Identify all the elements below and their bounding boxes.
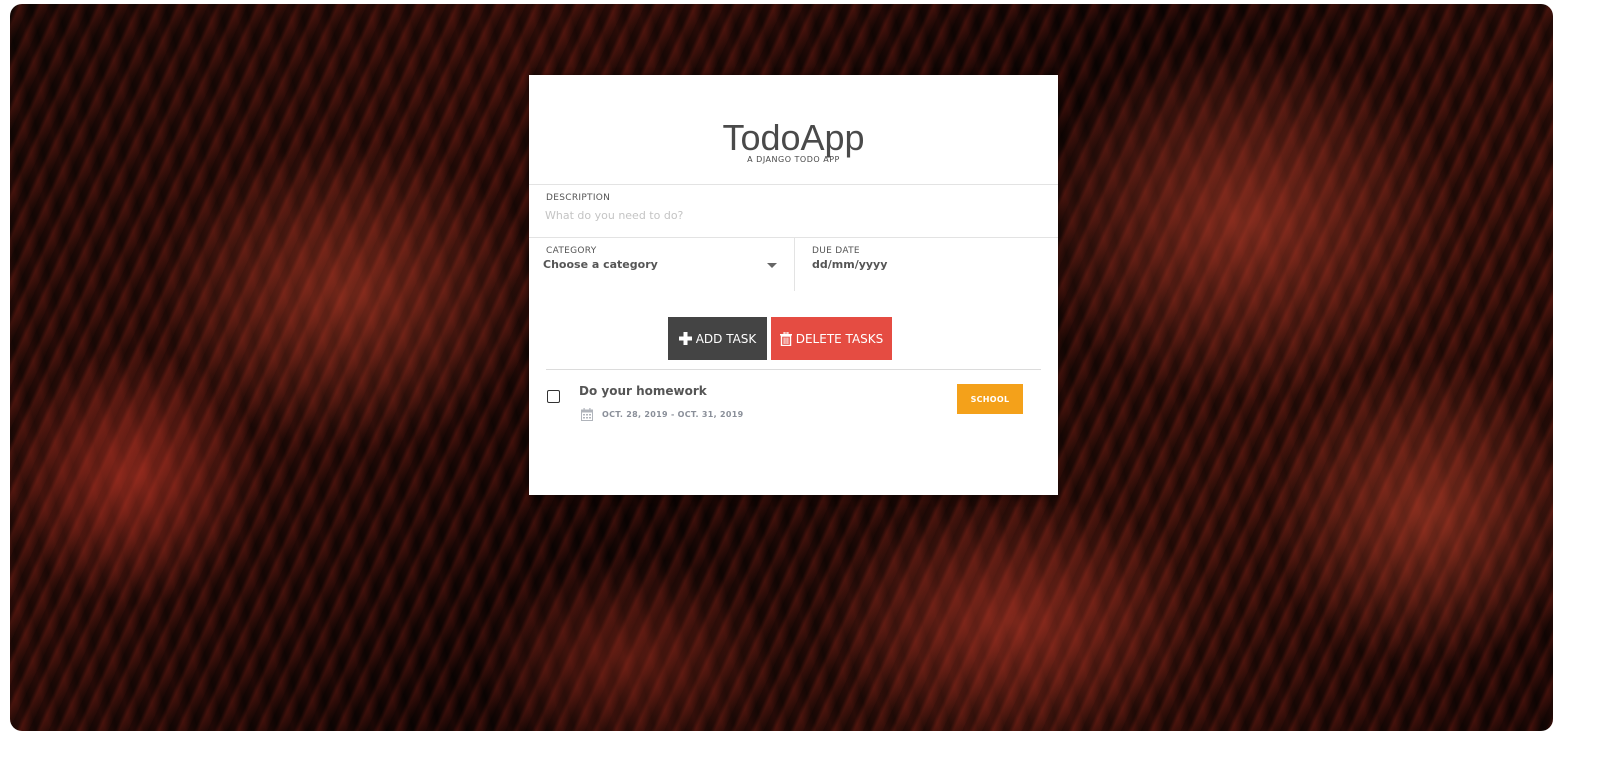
todo-card: TodoApp A DJANGO TODO APP DESCRIPTION CA… — [529, 75, 1058, 495]
calendar-icon — [581, 408, 593, 421]
due-date-field[interactable]: DUE DATE dd/mm/yyyy — [795, 238, 1058, 291]
background-frame: TodoApp A DJANGO TODO APP DESCRIPTION CA… — [10, 4, 1553, 731]
delete-tasks-label: DELETE TASKS — [795, 331, 884, 346]
task-dates: OCT. 28, 2019 - OCT. 31, 2019 — [581, 408, 744, 421]
plus-icon — [678, 332, 692, 345]
task-date-range: OCT. 28, 2019 - OCT. 31, 2019 — [602, 410, 744, 419]
due-date-input[interactable]: dd/mm/yyyy — [812, 258, 887, 271]
category-tag: SCHOOL — [957, 384, 1023, 414]
chevron-down-icon[interactable] — [767, 263, 777, 268]
description-label: DESCRIPTION — [546, 193, 611, 203]
category-label: CATEGORY — [546, 246, 597, 256]
delete-tasks-button[interactable]: DELETE TASKS — [771, 317, 892, 360]
category-select[interactable]: Choose a category — [543, 258, 779, 271]
app-subtitle: A DJANGO TODO APP — [747, 155, 840, 164]
card-header: TodoApp A DJANGO TODO APP — [529, 75, 1058, 185]
app-title: TodoApp — [722, 117, 865, 158]
task-item: Do your homework OCT. 28, 2019 - OCT. 31… — [546, 380, 1041, 430]
add-task-label: ADD TASK — [695, 331, 757, 346]
trash-icon — [779, 331, 792, 346]
add-task-button[interactable]: ADD TASK — [668, 317, 767, 360]
task-title: Do your homework — [579, 384, 707, 398]
category-due-row: CATEGORY Choose a category DUE DATE dd/m… — [529, 238, 1058, 292]
task-list-divider — [546, 369, 1041, 370]
category-field[interactable]: CATEGORY Choose a category — [529, 238, 795, 291]
description-field: DESCRIPTION — [529, 185, 1058, 238]
task-checkbox[interactable] — [547, 390, 560, 403]
due-date-label: DUE DATE — [812, 246, 860, 256]
description-input[interactable] — [545, 206, 1035, 224]
